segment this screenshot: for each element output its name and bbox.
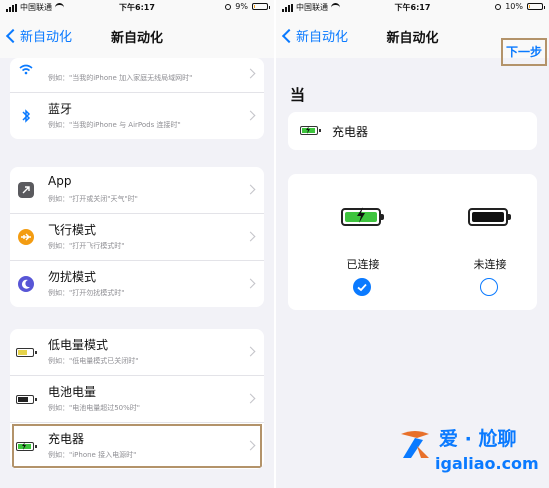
option-connected[interactable]: 已连接: [313, 174, 413, 310]
chevron-right-icon: [245, 68, 256, 79]
option-label: 已连接: [346, 258, 380, 271]
chevron-right-icon: [245, 231, 256, 242]
chevron-right-icon: [245, 346, 256, 357]
watermark-site: igaliao.com: [435, 454, 539, 473]
charging-battery-icon: [341, 207, 384, 226]
watermark-logo-icon: [401, 431, 429, 458]
list-item-bluetooth[interactable]: 蓝牙 例如："当我的iPhone 与 AirPods 连接时": [10, 93, 264, 139]
list-item-subtitle: 例如："打开飞行模式时": [48, 242, 125, 250]
nav-bar: 新自动化 新自动化: [0, 14, 274, 58]
full-battery-icon: [468, 208, 511, 226]
low-power-battery-icon: [16, 348, 37, 357]
option-disconnected[interactable]: 未连接: [440, 174, 540, 310]
orientation-lock-icon: [225, 3, 232, 10]
nav-bar: 新自动化 新自动化 下一步: [276, 14, 549, 66]
connection-options-card: 已连接 未连接: [288, 174, 537, 310]
next-button[interactable]: 下一步: [501, 38, 547, 66]
battery-status-icon: [527, 3, 545, 10]
list-item-title: 飞行模式: [48, 223, 97, 237]
list-item-low-power-mode[interactable]: 低电量模式 例如："低电量模式已关闭时": [10, 329, 264, 376]
watermark-brand: 爱 · 尬聊: [439, 428, 517, 450]
app-icon: [18, 182, 34, 198]
airplane-icon: [18, 229, 34, 245]
wifi-icon: [18, 60, 34, 76]
list-item-airplane-mode[interactable]: 飞行模式 例如："打开飞行模式时": [10, 214, 264, 261]
chevron-right-icon: [245, 110, 256, 121]
chevron-right-icon: [245, 393, 256, 404]
list-item-do-not-disturb[interactable]: 勿扰模式 例如："打开勿扰模式时": [10, 261, 264, 307]
trigger-summary-card: 充电器: [288, 112, 537, 150]
list-item-charger[interactable]: 充电器 例如："iPhone 接入电源时": [10, 423, 264, 469]
chevron-right-icon: [245, 278, 256, 289]
battery-icon: [16, 395, 37, 404]
list-item-title: 低电量模式: [48, 338, 109, 352]
list-item-subtitle: 例如："打开勿扰模式时": [48, 289, 125, 297]
trigger-group-network: 例如："当我的iPhone 加入家庭无线局域网时" 蓝牙 例如："当我的iPho…: [10, 58, 264, 139]
left-screen: 中国联通 下午6:17 9% 新自动化 新自动化 例如："当我的iPhone 加…: [0, 0, 274, 488]
chevron-right-icon: [245, 184, 256, 195]
list-item-title: 充电器: [48, 432, 85, 446]
charger-icon: [16, 442, 37, 451]
trigger-group-settings: App 例如："打开或关闭"天气"时" 飞行模式 例如："打开飞行模式时" 勿扰…: [10, 167, 264, 307]
battery-percent: 9%: [235, 2, 248, 11]
radio-unselected-icon[interactable]: [480, 278, 498, 296]
list-item-battery-level[interactable]: 电池电量 例如："电池电量超过50%时": [10, 376, 264, 423]
list-item-subtitle: 例如："当我的iPhone 与 AirPods 连接时": [48, 121, 181, 129]
orientation-lock-icon: [495, 3, 502, 10]
battery-percent: 10%: [505, 2, 523, 11]
page-title: 新自动化: [110, 31, 163, 46]
when-heading: 当: [290, 86, 306, 104]
watermark: 爱 · 尬聊 igaliao.com: [395, 420, 545, 482]
list-item-subtitle: 例如："低电量模式已关闭时": [48, 357, 139, 365]
list-item-title: 蓝牙: [48, 102, 73, 116]
chevron-right-icon: [245, 440, 256, 451]
moon-icon: [18, 276, 34, 292]
list-item-title: 勿扰模式: [48, 270, 97, 284]
option-label: 未连接: [473, 258, 507, 271]
list-item-subtitle: 例如："电池电量超过50%时": [48, 404, 140, 412]
list-item-title: 电池电量: [48, 385, 97, 399]
trigger-group-battery: 低电量模式 例如："低电量模式已关闭时" 电池电量 例如："电池电量超过50%时…: [10, 329, 264, 469]
status-bar: 中国联通 下午6:17 10%: [276, 0, 549, 14]
battery-status-icon: [252, 3, 270, 10]
list-item-title: App: [48, 174, 72, 188]
radio-selected-icon[interactable]: [353, 278, 371, 296]
list-item-subtitle: 例如："打开或关闭"天气"时": [48, 195, 138, 203]
list-item-subtitle: 例如："当我的iPhone 加入家庭无线局域网时": [48, 74, 193, 82]
list-item-app[interactable]: App 例如："打开或关闭"天气"时": [10, 167, 264, 214]
right-screen: 中国联通 下午6:17 10% 新自动化 新自动化 下一步 当 充电器 已连接 …: [276, 0, 549, 488]
list-item-subtitle: 例如："iPhone 接入电源时": [48, 451, 137, 459]
trigger-summary-label: 充电器: [332, 125, 369, 139]
status-bar: 中国联通 下午6:17 9%: [0, 0, 274, 14]
list-item-wifi[interactable]: 例如："当我的iPhone 加入家庭无线局域网时": [10, 58, 264, 93]
bluetooth-icon: [18, 108, 34, 124]
charger-icon: [300, 126, 321, 135]
